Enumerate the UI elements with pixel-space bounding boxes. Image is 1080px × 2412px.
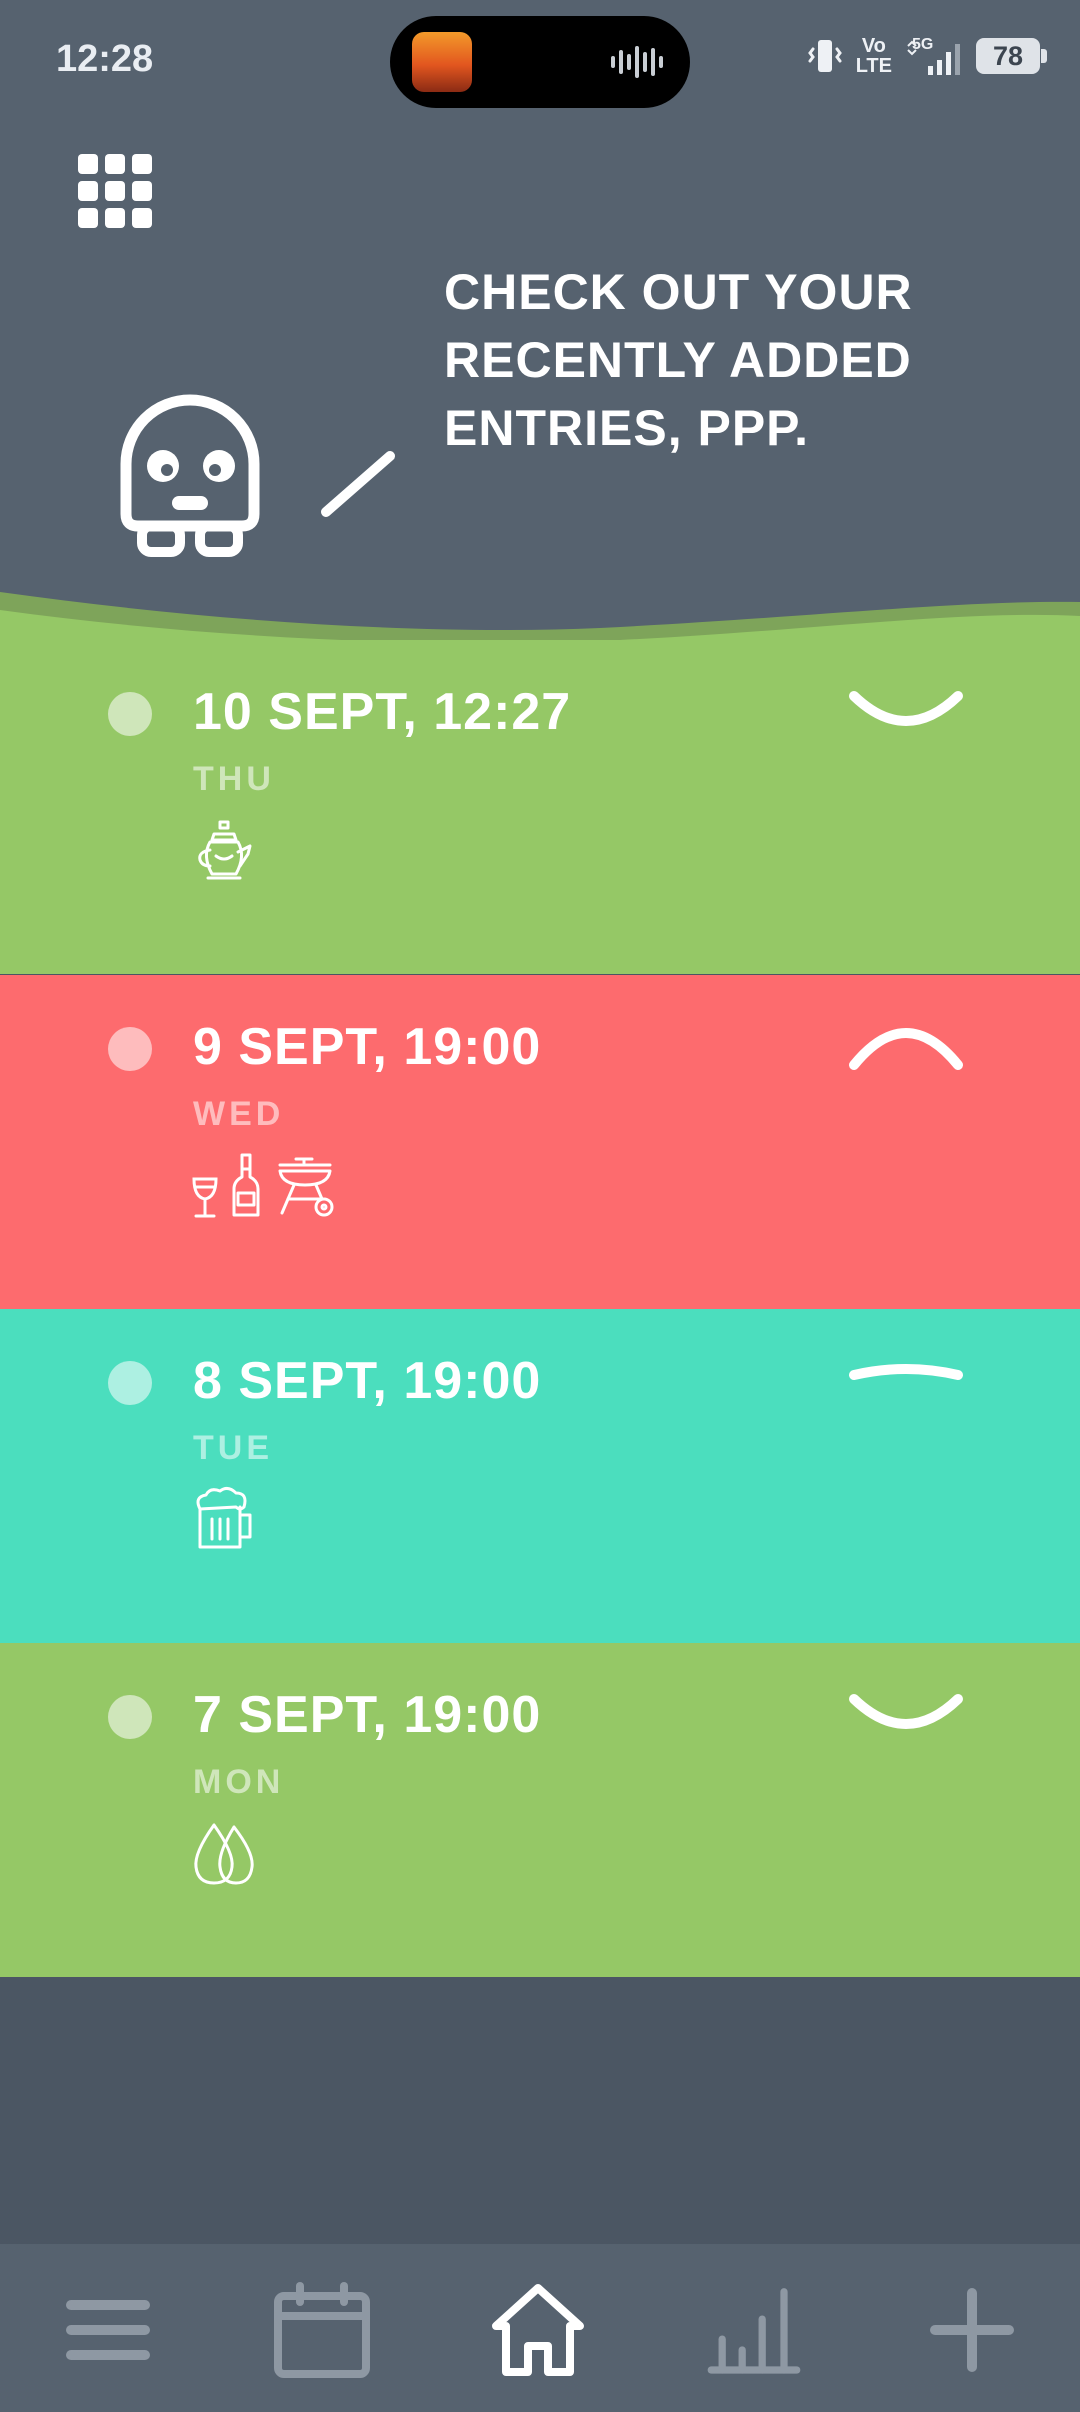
nav-add[interactable] xyxy=(922,2280,1022,2380)
ghost-mascot-icon xyxy=(120,394,260,557)
audio-wave-icon xyxy=(611,46,663,78)
speech-line xyxy=(321,451,395,517)
volte-indicator: Vo LTE xyxy=(855,35,892,77)
entry-card[interactable]: 7 SEPT, 19:00 MON xyxy=(0,1643,1080,1977)
entry-date: 8 SEPT, 19:00 xyxy=(193,1352,542,1410)
entry-card[interactable]: 9 SEPT, 19:00 WED xyxy=(0,975,1080,1309)
entry-day: THU xyxy=(193,760,275,798)
entry-activities xyxy=(190,1151,338,1221)
bottle-icon xyxy=(232,1153,260,1217)
nav-stats[interactable] xyxy=(704,2280,804,2380)
status-time: 12:28 xyxy=(56,38,154,80)
dynamic-island[interactable] xyxy=(390,16,690,108)
entry-dot xyxy=(108,1361,152,1405)
grill-icon xyxy=(278,1157,334,1217)
nav-menu[interactable] xyxy=(58,2280,158,2380)
mood-happy-icon xyxy=(849,691,963,726)
apps-grid-button[interactable] xyxy=(78,154,152,228)
home-icon xyxy=(492,2284,584,2376)
calendar-icon xyxy=(274,2282,370,2378)
entry-date: 9 SEPT, 19:00 xyxy=(193,1018,542,1076)
stats-icon xyxy=(707,2288,801,2374)
entry-dot xyxy=(108,1695,152,1739)
entry-day: MON xyxy=(193,1763,285,1801)
entry-card[interactable]: 8 SEPT, 19:00 TUE xyxy=(0,1309,1080,1643)
entry-dot xyxy=(108,1027,152,1071)
entry-dot xyxy=(108,692,152,736)
entry-day: WED xyxy=(193,1095,285,1133)
entry-activities xyxy=(190,1819,260,1889)
battery-icon: 78 xyxy=(976,38,1047,74)
signal-icon: 5G xyxy=(906,36,962,76)
vibrate-icon xyxy=(807,40,842,72)
bottom-nav xyxy=(0,2244,1080,2412)
mood-neutral-icon xyxy=(849,1364,963,1380)
media-thumbnail xyxy=(412,32,472,92)
mood-sad-icon xyxy=(849,1028,963,1070)
system-icons: Vo LTE 5G 78 xyxy=(807,35,1047,77)
entry-date: 10 SEPT, 12:27 xyxy=(193,683,572,741)
water-drops-icon xyxy=(194,1823,254,1885)
mood-happy-icon xyxy=(849,1694,963,1729)
nav-home[interactable] xyxy=(488,2280,588,2380)
nav-calendar[interactable] xyxy=(272,2280,372,2380)
beer-mug-icon xyxy=(196,1486,252,1549)
entry-activities xyxy=(190,816,260,886)
status-bar: 12:28 Vo LTE 5G 78 xyxy=(0,0,1080,125)
welcome-banner: CHECK OUT YOUR RECENTLY ADDED ENTRIES, P… xyxy=(444,264,913,456)
menu-icon xyxy=(66,2300,150,2360)
teapot-icon xyxy=(198,820,252,880)
entry-card[interactable]: 10 SEPT, 12:27 THU xyxy=(0,640,1080,974)
header: 12:28 Vo LTE 5G 78 CHECK OUT YOUR RECENT… xyxy=(0,0,1080,660)
add-icon xyxy=(930,2288,1014,2372)
entry-date: 7 SEPT, 19:00 xyxy=(193,1686,542,1744)
entry-activities xyxy=(190,1485,260,1555)
entry-day: TUE xyxy=(193,1429,273,1467)
wine-glass-icon xyxy=(192,1177,218,1218)
